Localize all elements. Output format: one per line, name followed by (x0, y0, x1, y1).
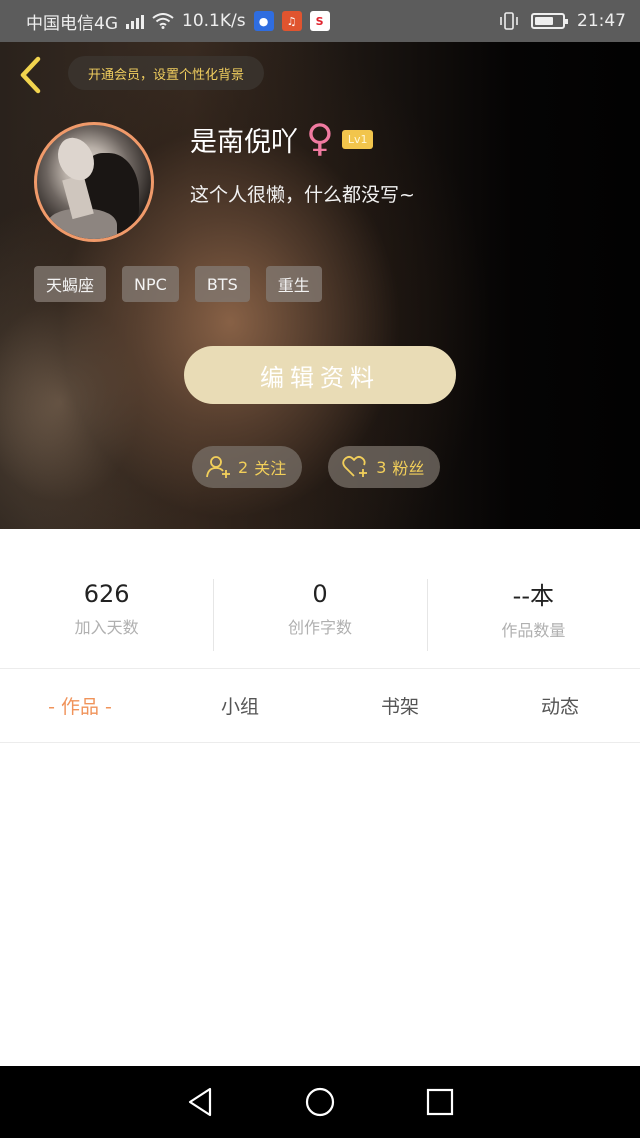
triangle-back-icon (188, 1087, 212, 1117)
baidu-app-icon: ● (253, 11, 274, 31)
following-label: 关注 (254, 459, 287, 478)
stat-value: --本 (512, 582, 554, 610)
username: 是南倪吖 (190, 127, 298, 158)
circle-home-icon (305, 1087, 335, 1117)
add-user-icon (206, 456, 230, 478)
username-row: 是南倪吖 ♀ Lv1 (190, 115, 374, 160)
vip-background-prompt[interactable]: 开通会员，设置个性化背景 (68, 56, 265, 90)
signal-icon (126, 13, 144, 29)
chevron-left-icon (20, 56, 41, 94)
sina-weibo-icon: S (309, 11, 330, 31)
tab-activity[interactable]: 动态 (480, 669, 640, 742)
status-right: 21:47 (499, 11, 626, 31)
level-badge: Lv1 (341, 130, 374, 149)
stat-join-days: 626 加入天数 (0, 529, 213, 668)
tab-works[interactable]: - 作品 - (0, 669, 160, 742)
tag-item[interactable]: BTS (194, 266, 250, 302)
vibrate-icon (500, 12, 518, 30)
stat-label: 作品数量 (501, 621, 566, 640)
stat-works-count: --本 作品数量 (426, 529, 640, 668)
nav-back-button[interactable] (180, 1082, 220, 1122)
social-row: 2 关注 3 粉丝 (192, 446, 441, 488)
female-gender-icon: ♀ (306, 115, 334, 160)
nav-recents-button[interactable] (420, 1082, 460, 1122)
stat-value: 626 (83, 579, 130, 608)
bio-text: 这个人很懒，什么都没写~ (190, 184, 415, 206)
nav-home-button[interactable] (300, 1082, 340, 1122)
heart-plus-icon (342, 455, 368, 477)
status-left: 中国电信4G 10.1K/s ● ♫ S (26, 9, 499, 34)
profile-header: 开通会员，设置个性化背景 是南倪吖 ♀ Lv1 这个人很懒，什么都没写~ 天蝎座… (0, 42, 640, 529)
tag-item[interactable]: 天蝎座 (34, 266, 107, 302)
profile-tabs: - 作品 - 小组 书架 动态 (0, 669, 640, 743)
following-count: 2 (238, 457, 249, 477)
carrier-name: 中国电信4G (26, 13, 118, 34)
tag-item[interactable]: NPC (122, 266, 179, 302)
system-nav-bar (0, 1066, 640, 1138)
status-bar: 中国电信4G 10.1K/s ● ♫ S 21:47 (0, 0, 640, 42)
avatar[interactable] (34, 122, 154, 242)
network-speed: 10.1K/s (182, 11, 246, 31)
tab-groups[interactable]: 小组 (160, 669, 320, 742)
stat-label: 加入天数 (74, 617, 139, 637)
following-button[interactable]: 2 关注 (192, 446, 303, 488)
tag-list: 天蝎座 NPC BTS 重生 (34, 266, 322, 302)
tab-content-area (0, 744, 640, 1066)
wifi-icon (152, 13, 174, 29)
tab-bookshelf[interactable]: 书架 (320, 669, 480, 742)
stat-word-count: 0 创作字数 (213, 529, 426, 668)
followers-label: 粉丝 (392, 459, 425, 478)
stat-value: 0 (312, 579, 328, 608)
square-recents-icon (426, 1088, 454, 1116)
back-button[interactable] (14, 54, 48, 96)
music-app-icon: ♫ (281, 11, 302, 31)
edit-profile-button[interactable]: 编辑资料 (184, 346, 456, 404)
stats-row: 626 加入天数 0 创作字数 --本 作品数量 (0, 529, 640, 669)
followers-button[interactable]: 3 粉丝 (328, 446, 441, 488)
stat-label: 创作字数 (287, 617, 352, 637)
clock: 21:47 (577, 11, 626, 31)
followers-count: 3 (376, 457, 387, 477)
battery-icon (531, 13, 568, 29)
tag-item[interactable]: 重生 (265, 266, 322, 302)
